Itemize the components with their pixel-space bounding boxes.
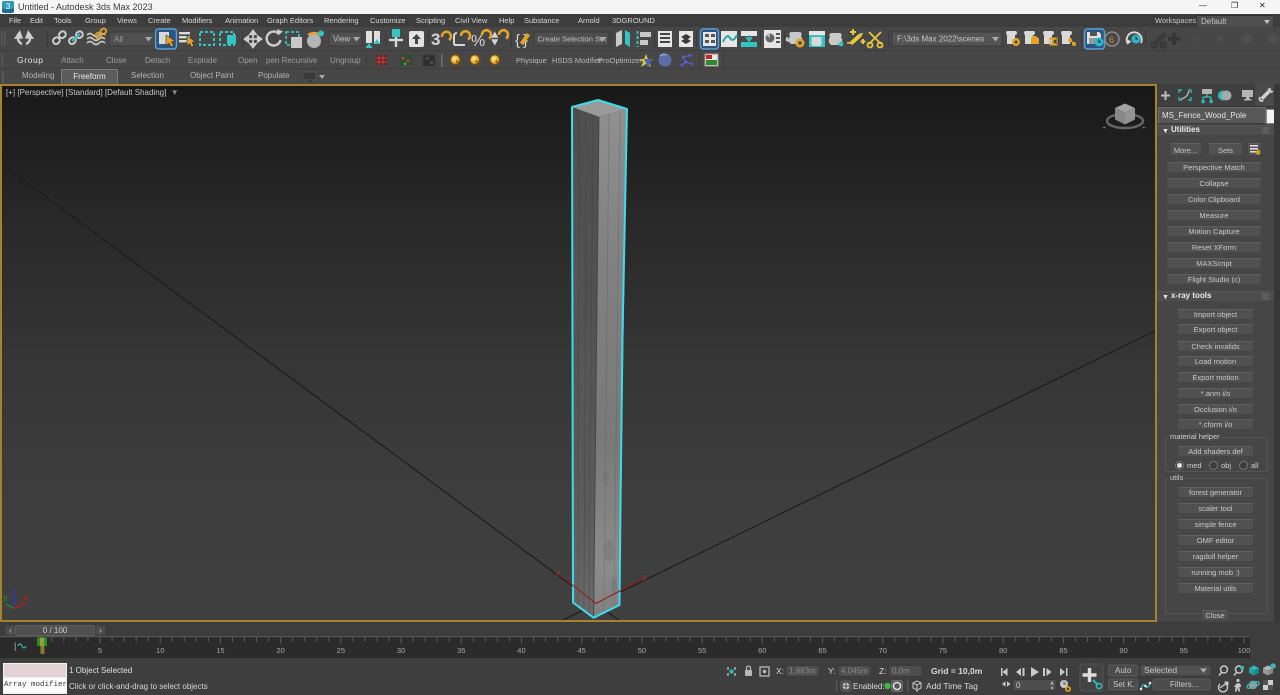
svg-text:3: 3 [6, 2, 11, 11]
svg-text:F:\3ds Max 2022\scenes: F:\3ds Max 2022\scenes [897, 35, 984, 44]
svg-text:5: 5 [98, 646, 102, 655]
svg-text:Group: Group [17, 55, 44, 65]
svg-text:Y: Y [555, 570, 561, 579]
svg-text:Detach: Detach [145, 56, 170, 65]
svg-text:y: y [3, 592, 8, 602]
svg-text:85: 85 [1059, 646, 1067, 655]
svg-text:Enabled:: Enabled: [853, 682, 885, 691]
svg-text:Y:: Y: [828, 666, 836, 676]
svg-text:80: 80 [999, 646, 1007, 655]
svg-text:1,883m: 1,883m [789, 667, 816, 676]
svg-text:95: 95 [1180, 646, 1188, 655]
svg-text:50: 50 [638, 646, 646, 655]
svg-text:Selected: Selected [1144, 665, 1177, 675]
svg-text:Z:: Z: [879, 666, 887, 676]
svg-text:60: 60 [758, 646, 766, 655]
svg-text:15: 15 [216, 646, 224, 655]
svg-text:6: 6 [1109, 35, 1114, 45]
svg-text:Ungroup: Ungroup [330, 56, 361, 65]
svg-text:{: { [515, 32, 520, 49]
svg-text:100: 100 [1238, 646, 1251, 655]
svg-text:Filters...: Filters... [1170, 680, 1198, 689]
svg-text:All: All [114, 35, 123, 44]
svg-text:0,0m: 0,0m [892, 667, 910, 676]
svg-text:30: 30 [397, 646, 405, 655]
svg-text:%: % [471, 33, 485, 50]
svg-text:10: 10 [156, 646, 164, 655]
svg-text:Auto: Auto [1115, 666, 1132, 675]
svg-text:Attach: Attach [61, 56, 84, 65]
svg-text:65: 65 [818, 646, 826, 655]
svg-text:HSDS Modifier: HSDS Modifier [552, 56, 602, 65]
svg-text:Open: Open [238, 56, 258, 65]
svg-text:Create Selection Set: Create Selection Set [538, 35, 608, 44]
svg-text:Physique: Physique [516, 56, 547, 65]
svg-text:Grid = 10,0m: Grid = 10,0m [931, 666, 983, 676]
svg-text:3: 3 [431, 30, 440, 49]
svg-text:35: 35 [457, 646, 465, 655]
svg-text:20: 20 [276, 646, 284, 655]
svg-text:45: 45 [578, 646, 586, 655]
svg-text:25: 25 [337, 646, 345, 655]
svg-text:70: 70 [879, 646, 887, 655]
svg-text:|: | [14, 641, 16, 651]
svg-text:ProOptimizer: ProOptimizer [598, 56, 642, 65]
svg-text:Set K.: Set K. [1113, 680, 1135, 689]
svg-text:Close: Close [106, 56, 127, 65]
svg-text:Add Time Tag: Add Time Tag [926, 681, 978, 691]
svg-text:X:: X: [776, 666, 784, 676]
svg-text:4,045m: 4,045m [841, 667, 868, 676]
svg-text:75: 75 [939, 646, 947, 655]
svg-text:40: 40 [517, 646, 525, 655]
svg-text:pen Recursive: pen Recursive [266, 56, 318, 65]
svg-text:0: 0 [1016, 681, 1021, 690]
svg-text:z: z [11, 586, 15, 596]
svg-text:55: 55 [698, 646, 706, 655]
svg-text:X: X [642, 574, 648, 583]
svg-text:90: 90 [1119, 646, 1127, 655]
svg-text:View: View [333, 35, 350, 44]
svg-text:x: x [23, 592, 28, 602]
svg-text:Explode: Explode [188, 56, 217, 65]
